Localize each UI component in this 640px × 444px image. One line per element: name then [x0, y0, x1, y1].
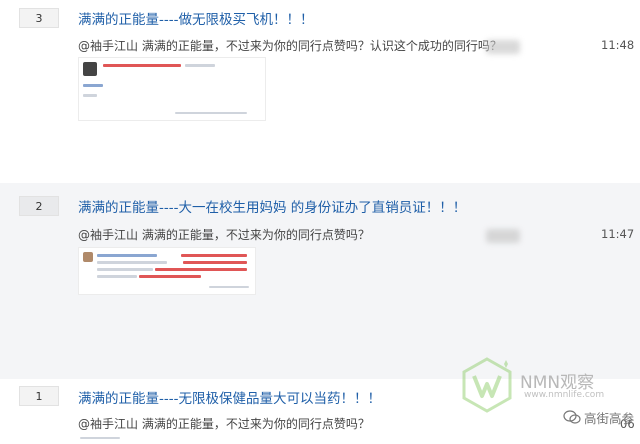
watermark-url: www.nmnlife.com [524, 390, 605, 400]
wechat-icon [563, 410, 581, 424]
rank-badge: 2 [19, 196, 59, 216]
avatar [83, 252, 93, 262]
comment-text: @袖手江山 满满的正能量，不过来为你的同行点赞吗？认识这个成功的同行吗？ [78, 39, 502, 53]
comment-time: 11:47 [601, 227, 635, 241]
comment-text: @袖手江山 满满的正能量，不过来为你的同行点赞吗？ [78, 228, 370, 242]
entry-2: 2 满满的正能量----大一在校生用妈妈 的身份证办了直销员证！！！ @袖手江山… [0, 183, 640, 379]
watermark-account: 高街高参 [584, 411, 635, 426]
comment-text: @袖手江山 满满的正能量，不过来为你的同行点赞吗？ [78, 417, 370, 431]
comment-time: 11:48 [601, 38, 635, 52]
blurred-username [486, 40, 520, 54]
post-title-link[interactable]: 满满的正能量----做无限极买飞机！！！ [78, 8, 314, 28]
attached-screenshot[interactable] [78, 247, 256, 295]
attached-screenshot[interactable] [78, 57, 266, 121]
blurred-username [486, 229, 520, 243]
post-title-link[interactable]: 满满的正能量----无限极保健品量大可以当药！！！ [78, 387, 381, 407]
nmn-logo-icon [462, 357, 512, 413]
avatar [83, 62, 97, 76]
rank-badge: 1 [19, 386, 59, 406]
post-title-link[interactable]: 满满的正能量----大一在校生用妈妈 的身份证办了直销员证！！！ [78, 196, 466, 216]
entry-3: 3 满满的正能量----做无限极买飞机！！！ @袖手江山 满满的正能量，不过来为… [0, 0, 640, 182]
rank-badge: 3 [19, 8, 59, 28]
